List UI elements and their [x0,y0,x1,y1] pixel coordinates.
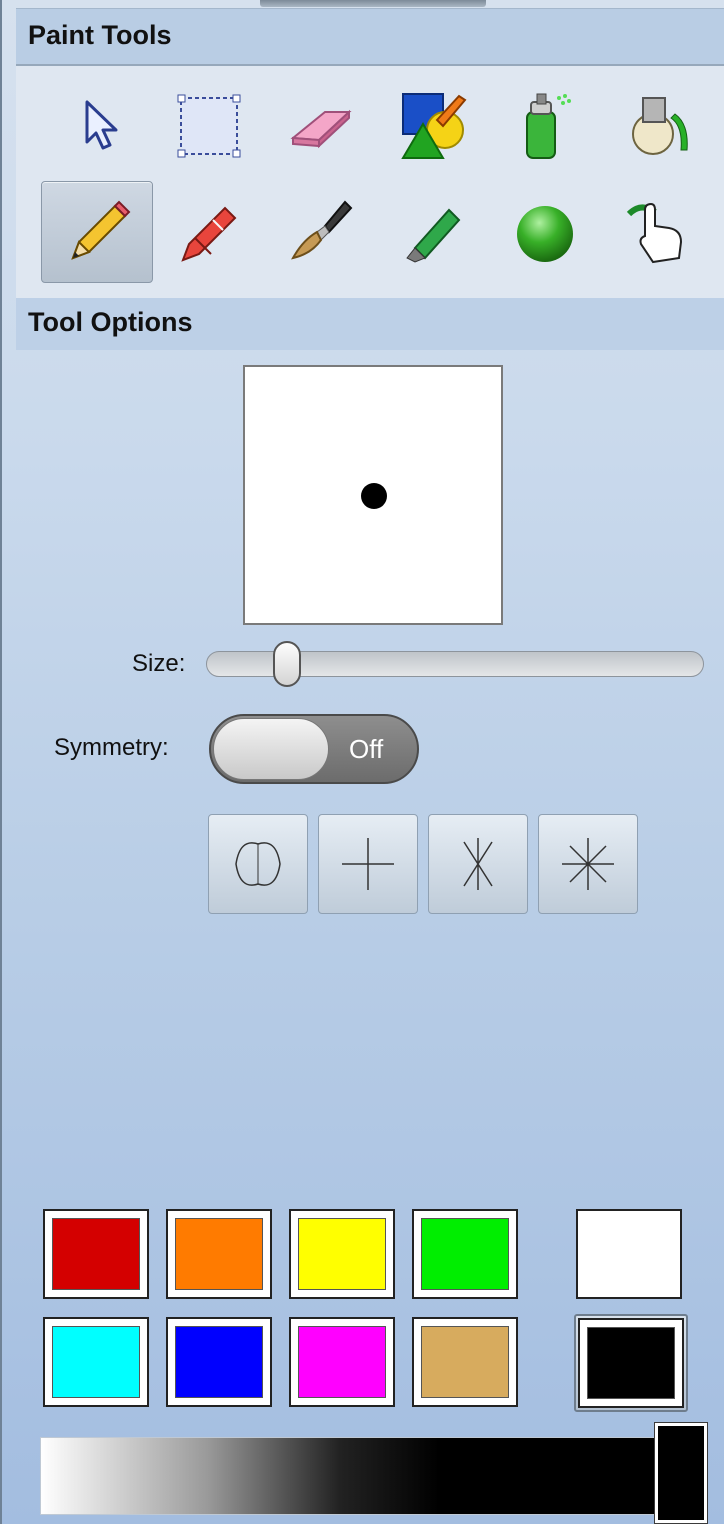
tool-options-header: Tool Options [16,298,724,350]
pencil-icon [71,200,131,260]
pencil-tool[interactable] [41,181,153,283]
paintbrush-icon [291,200,353,260]
color-swatch-blue[interactable] [166,1317,272,1407]
symmetry-state: Off [349,734,384,764]
swatch-fill [587,1327,675,1399]
color-swatch-yellow[interactable] [289,1209,395,1299]
paint-panel: Paint Tools Tool Options Size: Symmetry:… [0,0,724,1524]
color-swatch-tan[interactable] [412,1317,518,1407]
brush-tool[interactable] [266,182,376,282]
tool-grid [16,66,724,298]
swatch-fill [175,1326,263,1398]
symmetry-four-button[interactable] [318,814,418,914]
size-slider-knob[interactable] [272,641,301,687]
airbrush-tool[interactable] [490,76,600,176]
crayon-icon [181,206,237,262]
symmetry-toggle[interactable]: Off [209,714,419,784]
shade-gradient-bar[interactable] [40,1437,706,1515]
symmetry-toggle-knob[interactable] [213,718,329,780]
swatch-fill [298,1218,386,1290]
marker-icon [406,208,461,263]
marker-tool[interactable] [378,182,488,282]
select-tool[interactable] [42,76,152,176]
finger-paint-tool[interactable] [602,182,712,282]
swatch-fill [298,1326,386,1398]
mirror-symmetry-icon [235,842,281,886]
panel-grip[interactable] [260,0,486,7]
rectangle-select-icon [177,94,241,158]
blob-tool[interactable] [490,182,600,282]
color-swatch-cyan[interactable] [43,1317,149,1407]
eraser-tool[interactable] [266,76,376,176]
swatch-fill [585,1218,673,1290]
secondary-color-swatch[interactable] [576,1209,682,1299]
paint-tools-header: Paint Tools [16,8,724,66]
rectangle-select-tool[interactable] [154,76,264,176]
paint-bucket-icon [632,97,688,155]
six-way-symmetry-icon [463,838,493,890]
finger-paint-icon [626,202,683,264]
symmetry-eight-button[interactable] [538,814,638,914]
spray-can-icon [526,93,571,159]
color-swatch-orange[interactable] [166,1209,272,1299]
select-arrow-icon [85,100,118,150]
shapes-icon [401,93,467,159]
symmetry-label: Symmetry: [54,734,169,761]
size-label: Size: [132,650,186,677]
fill-tool[interactable] [602,76,712,176]
primary-color-swatch[interactable] [578,1318,684,1408]
green-ball-icon [517,206,573,262]
shapes-tool[interactable] [378,76,488,176]
crayon-tool[interactable] [154,182,264,282]
swatch-fill [52,1218,140,1290]
eight-way-symmetry-icon [562,838,614,890]
color-swatch-red[interactable] [43,1209,149,1299]
swatch-fill [175,1218,263,1290]
symmetry-six-button[interactable] [428,814,528,914]
swatch-fill [52,1326,140,1398]
brush-preview [243,365,503,625]
color-swatch-green[interactable] [412,1209,518,1299]
color-swatch-magenta[interactable] [289,1317,395,1407]
swatch-fill [421,1218,509,1290]
swatch-fill [421,1326,509,1398]
eraser-icon [290,109,352,149]
four-way-symmetry-icon [342,838,394,890]
symmetry-mirror-button[interactable] [208,814,308,914]
brush-preview-dot [361,483,387,509]
shade-gradient-marker[interactable] [654,1422,708,1524]
